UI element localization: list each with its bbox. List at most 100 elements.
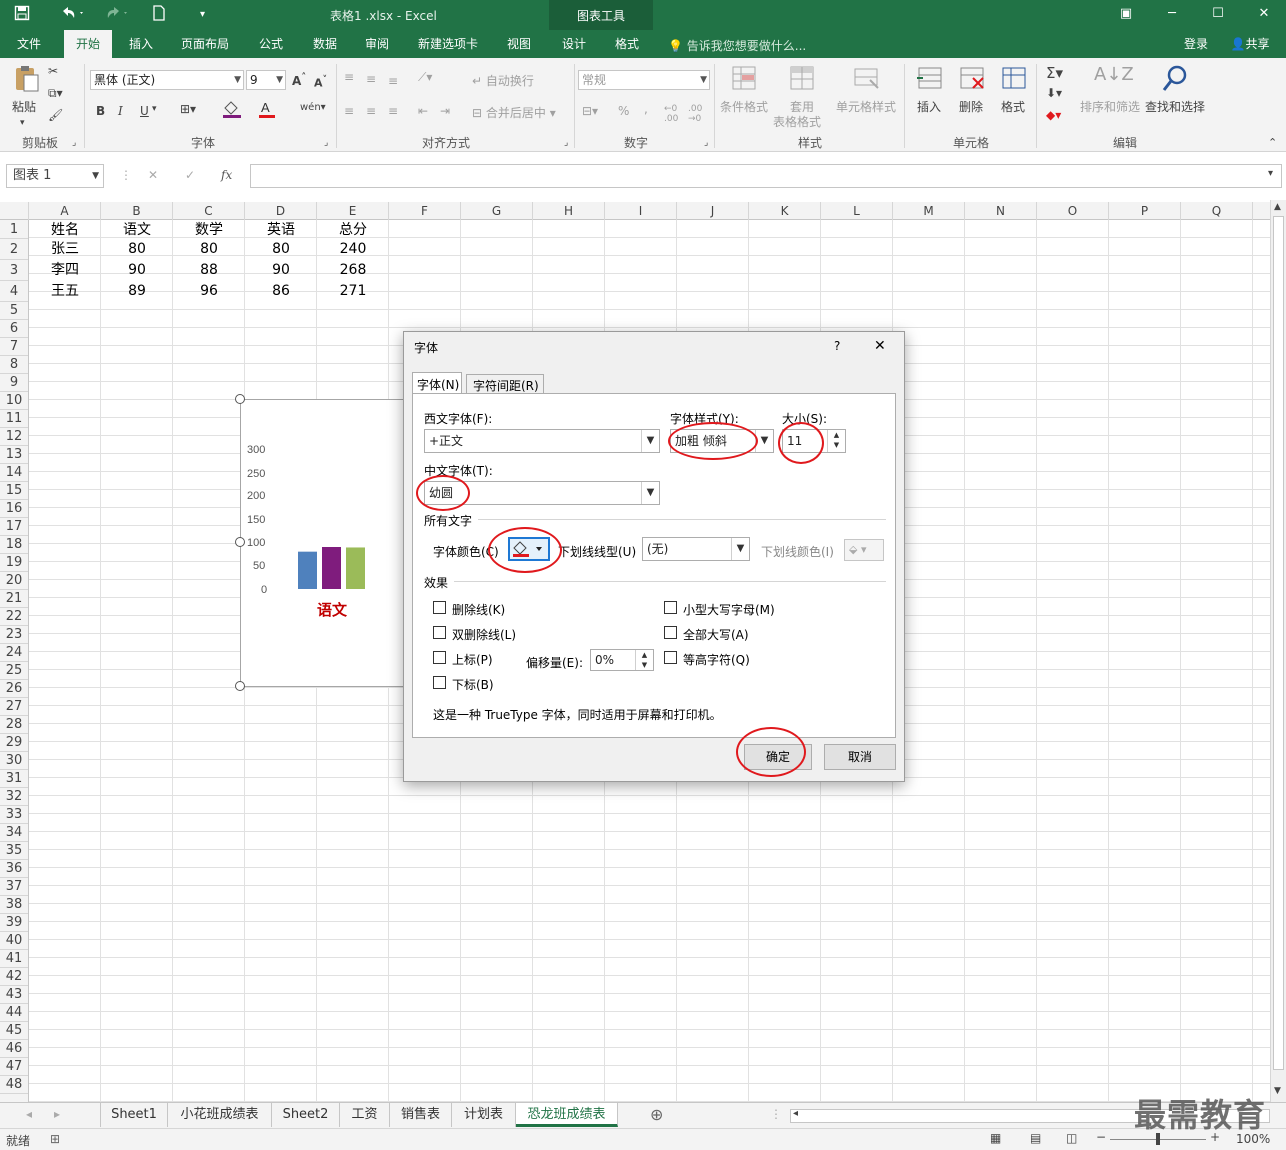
- fill-icon[interactable]: ⬇▾: [1046, 86, 1062, 100]
- orientation-icon[interactable]: ⟋▾: [418, 70, 432, 85]
- format-cells-icon[interactable]: [999, 64, 1029, 94]
- header-cell-chinese[interactable]: 语文: [101, 220, 173, 240]
- row-header[interactable]: 17: [0, 518, 28, 536]
- grow-font-icon[interactable]: A˄: [292, 72, 306, 88]
- fill-color-icon[interactable]: [222, 100, 244, 121]
- tab-review[interactable]: 审阅: [354, 30, 400, 58]
- row-header[interactable]: 41: [0, 950, 28, 968]
- alignment-launcher-icon[interactable]: ⌟: [564, 138, 568, 148]
- formula-bar-drag-icon[interactable]: ⋮: [120, 168, 132, 182]
- underline-dropdown-icon[interactable]: ▾: [152, 104, 157, 114]
- table-cell[interactable]: 89: [101, 281, 173, 301]
- merge-center-button[interactable]: ⊟ 合并后居中 ▾: [472, 104, 556, 121]
- comma-button[interactable]: ,: [644, 102, 648, 116]
- table-cell[interactable]: 李四: [29, 260, 101, 280]
- format-cells-label[interactable]: 格式: [1001, 98, 1025, 115]
- column-header[interactable]: G: [461, 202, 533, 220]
- row-header[interactable]: 6: [0, 320, 28, 338]
- sheet-tab[interactable]: 计划表: [452, 1103, 516, 1127]
- insert-function-button[interactable]: fx: [221, 168, 232, 182]
- table-cell[interactable]: 86: [245, 281, 317, 301]
- align-right-icon[interactable]: ≡: [388, 104, 398, 118]
- table-cell[interactable]: 240: [317, 239, 389, 259]
- font-launcher-icon[interactable]: ⌟: [324, 138, 328, 148]
- autosum-icon[interactable]: Σ▾: [1046, 64, 1063, 82]
- row-header[interactable]: 31: [0, 770, 28, 788]
- insert-cells-label[interactable]: 插入: [917, 98, 941, 115]
- tab-page-layout[interactable]: 页面布局: [172, 30, 238, 58]
- tab-insert[interactable]: 插入: [118, 30, 164, 58]
- row-header[interactable]: 45: [0, 1022, 28, 1040]
- align-top-icon[interactable]: ≡: [344, 70, 354, 84]
- all-caps-checkbox[interactable]: [664, 626, 677, 639]
- column-header[interactable]: M: [893, 202, 965, 220]
- customize-qat-icon[interactable]: ▾: [200, 5, 205, 25]
- decrease-indent-icon[interactable]: ⇤: [418, 104, 428, 118]
- sheet-tab[interactable]: 工资: [340, 1103, 390, 1127]
- row-header[interactable]: 40: [0, 932, 28, 950]
- paste-icon[interactable]: [12, 64, 42, 94]
- underline-color-picker[interactable]: ⬙ ▾: [844, 539, 884, 561]
- row-header[interactable]: 4: [0, 281, 28, 302]
- row-header[interactable]: 44: [0, 1004, 28, 1022]
- row-header[interactable]: 32: [0, 788, 28, 806]
- align-bottom-icon[interactable]: ≡: [388, 74, 398, 88]
- tab-formulas[interactable]: 公式: [248, 30, 294, 58]
- tab-file[interactable]: 文件: [4, 30, 54, 58]
- equalize-height-checkbox[interactable]: [664, 651, 677, 664]
- minimize-icon[interactable]: ─: [1162, 6, 1182, 21]
- paste-dropdown-icon[interactable]: ▾: [20, 118, 25, 128]
- table-cell[interactable]: 王五: [29, 281, 101, 301]
- row-header[interactable]: 36: [0, 860, 28, 878]
- header-cell-total[interactable]: 总分: [317, 220, 389, 240]
- table-cell[interactable]: 268: [317, 260, 389, 280]
- column-header[interactable]: I: [605, 202, 677, 220]
- login-link[interactable]: 登录: [1176, 30, 1216, 58]
- font-size-combo[interactable]: 9 ▼: [246, 70, 286, 90]
- sort-filter-icon[interactable]: A↓Z: [1094, 64, 1134, 85]
- scroll-up-icon[interactable]: ▲: [1274, 202, 1281, 212]
- cut-icon[interactable]: ✂: [48, 64, 58, 78]
- table-cell[interactable]: 张三: [29, 239, 101, 259]
- currency-icon[interactable]: ⊟▾: [582, 104, 598, 118]
- font-color-icon[interactable]: A: [258, 100, 276, 121]
- sheet-tab[interactable]: 销售表: [390, 1103, 452, 1127]
- row-header[interactable]: 29: [0, 734, 28, 752]
- maximize-icon[interactable]: ☐: [1208, 6, 1228, 21]
- column-header[interactable]: P: [1109, 202, 1181, 220]
- add-sheet-icon[interactable]: ⊕: [650, 1105, 663, 1124]
- number-format-combo[interactable]: 常规 ▼: [578, 70, 710, 90]
- column-header[interactable]: O: [1037, 202, 1109, 220]
- row-header[interactable]: 12: [0, 428, 28, 446]
- row-header[interactable]: 10: [0, 392, 28, 410]
- row-header[interactable]: 5: [0, 302, 28, 320]
- confirm-entry-icon[interactable]: ✓: [185, 168, 195, 182]
- chart-bar[interactable]: [298, 551, 317, 589]
- small-caps-checkbox[interactable]: [664, 601, 677, 614]
- row-header[interactable]: 38: [0, 896, 28, 914]
- percent-button[interactable]: %: [618, 104, 629, 118]
- row-header[interactable]: 8: [0, 356, 28, 374]
- name-box[interactable]: 图表 1 ▼: [6, 164, 104, 188]
- chart-resize-handle[interactable]: [235, 537, 245, 547]
- find-select-label[interactable]: 查找和选择: [1145, 98, 1205, 115]
- normal-view-icon[interactable]: ▦: [990, 1131, 1001, 1145]
- tab-chart-design[interactable]: 设计: [551, 30, 597, 58]
- row-header[interactable]: 28: [0, 716, 28, 734]
- wrap-text-button[interactable]: ↵ 自动换行: [472, 72, 534, 89]
- page-break-view-icon[interactable]: ◫: [1066, 1131, 1077, 1145]
- spinner-icon[interactable]: ▲ ▼: [827, 430, 845, 452]
- cell-styles-label[interactable]: 单元格样式: [836, 98, 896, 115]
- format-as-table-icon[interactable]: [788, 64, 818, 94]
- superscript-checkbox[interactable]: [433, 651, 446, 664]
- column-header[interactable]: J: [677, 202, 749, 220]
- help-button[interactable]: ?: [834, 339, 840, 353]
- row-header[interactable]: 3: [0, 260, 28, 281]
- scroll-left-icon[interactable]: ◂: [793, 1108, 798, 1119]
- select-all-corner[interactable]: [0, 202, 29, 220]
- tab-chart-format[interactable]: 格式: [604, 30, 650, 58]
- cell-styles-icon[interactable]: [852, 64, 882, 94]
- row-header[interactable]: 9: [0, 374, 28, 392]
- column-header[interactable]: N: [965, 202, 1037, 220]
- shrink-font-icon[interactable]: A˅: [314, 74, 327, 90]
